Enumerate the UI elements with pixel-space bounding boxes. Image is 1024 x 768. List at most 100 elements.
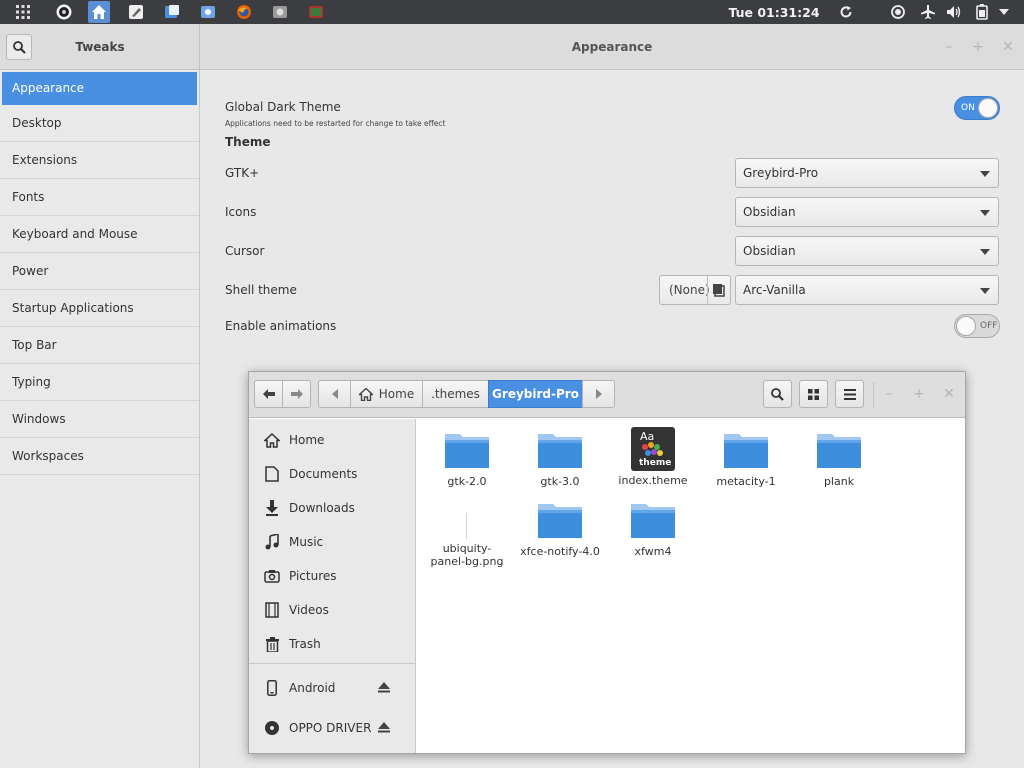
sidebar-item-workspaces[interactable]: Workspaces <box>0 438 199 475</box>
eject-icon[interactable] <box>378 682 390 696</box>
sidebar-item-fonts[interactable]: Fonts <box>0 179 199 216</box>
minimize-icon[interactable]: – <box>880 385 898 403</box>
back-button[interactable] <box>254 380 283 408</box>
places-music[interactable]: Music <box>263 532 323 552</box>
dropdown-icon[interactable] <box>996 0 1012 24</box>
document-icon <box>265 466 279 482</box>
switch-state: OFF <box>980 321 998 331</box>
record-icon[interactable] <box>888 0 908 24</box>
breadcrumb-greybird-pro[interactable]: Greybird-Pro <box>488 380 583 408</box>
animations-switch[interactable]: OFF <box>954 314 1000 338</box>
menu-button[interactable] <box>835 380 864 408</box>
battery-icon[interactable] <box>972 0 992 24</box>
sidebar-item-startup-applications[interactable]: Startup Applications <box>0 290 199 327</box>
sidebar-item-typing[interactable]: Typing <box>0 364 199 401</box>
places-videos[interactable]: Videos <box>263 600 329 620</box>
folder-icon <box>538 434 582 468</box>
file-item-metacity[interactable]: metacity-1 <box>700 431 792 489</box>
switch-state: ON <box>961 103 975 113</box>
apps-grid-icon[interactable] <box>14 0 32 24</box>
file-item-ubiquity-panel-bg[interactable]: ubiquity-panel-bg.png <box>421 501 513 568</box>
places-videos-label: Videos <box>289 603 329 617</box>
shell-theme-label: Shell theme <box>225 283 297 297</box>
shell-theme-none: (None) <box>669 283 710 297</box>
file-item-gtk-3[interactable]: gtk-3.0 <box>514 431 606 489</box>
view-grid-button[interactable] <box>799 380 828 408</box>
file-item-plank[interactable]: plank <box>793 431 885 489</box>
close-icon[interactable]: ✕ <box>940 385 958 403</box>
file-item-xfwm4[interactable]: xfwm4 <box>607 501 699 559</box>
file-grid: gtk-2.0 gtk-3.0 Aa theme index.theme met… <box>417 419 965 753</box>
shell-theme-value: Arc-Vanilla <box>743 283 806 297</box>
places-downloads[interactable]: Downloads <box>263 498 355 518</box>
theme-icon-text-bottom: theme <box>639 458 672 468</box>
clock[interactable]: Tue 01:31:24 <box>726 0 822 24</box>
clear-icon <box>713 284 725 297</box>
places-trash[interactable]: Trash <box>263 634 321 654</box>
places-pictures[interactable]: Pictures <box>263 566 337 586</box>
icons-label: Icons <box>225 205 257 219</box>
divider <box>249 663 416 664</box>
sidebar-item-desktop[interactable]: Desktop <box>0 105 199 142</box>
dark-theme-switch[interactable]: ON <box>954 96 1000 120</box>
airplane-icon[interactable] <box>918 0 938 24</box>
sidebar-item-power[interactable]: Power <box>0 253 199 290</box>
icons-theme-select[interactable]: Obsidian <box>735 197 999 227</box>
photos-icon[interactable] <box>305 1 327 23</box>
chevron-right-icon <box>595 389 602 399</box>
file-name: plank <box>823 475 855 488</box>
sidebar-item-appearance[interactable]: Appearance <box>2 72 197 105</box>
file-manager-header: Home .themes Greybird-Pro – + ✕ <box>249 372 965 418</box>
sidebar-item-keyboard-mouse[interactable]: Keyboard and Mouse <box>0 216 199 253</box>
breadcrumb-left-button[interactable] <box>318 380 351 408</box>
places-home[interactable]: Home <box>263 430 324 450</box>
search-button[interactable] <box>6 34 32 60</box>
gimp-icon[interactable] <box>125 1 147 23</box>
refresh-icon[interactable] <box>836 0 856 24</box>
home-icon <box>264 432 280 448</box>
maximize-icon[interactable]: + <box>910 385 928 403</box>
places-downloads-label: Downloads <box>289 501 355 515</box>
divider <box>873 382 874 408</box>
chevron-down-icon <box>980 249 990 255</box>
sidebar-item-top-bar[interactable]: Top Bar <box>0 327 199 364</box>
folder-icon <box>538 504 582 538</box>
eject-icon[interactable] <box>378 722 390 736</box>
breadcrumb-right-button[interactable] <box>582 380 615 408</box>
app-title: Tweaks <box>75 40 125 54</box>
animations-label: Enable animations <box>225 319 337 333</box>
volume-icon[interactable] <box>944 0 964 24</box>
dark-theme-note: Applications need to be restarted for ch… <box>225 119 446 128</box>
forward-button[interactable] <box>282 380 311 408</box>
gtk-theme-select[interactable]: Greybird-Pro <box>735 158 999 188</box>
shell-theme-file-button[interactable]: (None) <box>659 275 731 305</box>
disks-icon[interactable] <box>269 1 291 23</box>
circle-app-icon[interactable] <box>53 1 75 23</box>
cursor-theme-value: Obsidian <box>743 244 796 258</box>
file-item-gtk-2[interactable]: gtk-2.0 <box>421 431 513 489</box>
places-documents-label: Documents <box>289 467 358 481</box>
file-item-index-theme[interactable]: Aa theme index.theme <box>607 427 699 488</box>
file-item-xfce-notify[interactable]: xfce-notify-4.0 <box>514 501 606 559</box>
file-manager-icon[interactable] <box>161 1 183 23</box>
device-android-label: Android <box>289 681 336 695</box>
firefox-icon[interactable] <box>233 1 255 23</box>
gtk-label: GTK+ <box>225 166 260 180</box>
breadcrumb-themes[interactable]: .themes <box>422 380 489 408</box>
sidebar-item-windows[interactable]: Windows <box>0 401 199 438</box>
theme-heading: Theme <box>225 135 271 149</box>
phone-icon <box>267 680 277 696</box>
places-documents[interactable]: Documents <box>263 464 357 484</box>
breadcrumb-home[interactable]: Home <box>350 380 423 408</box>
arrow-left-icon <box>262 389 275 399</box>
sidebar-item-extensions[interactable]: Extensions <box>0 142 199 179</box>
close-icon[interactable]: ✕ <box>999 38 1017 56</box>
home-folder-icon[interactable] <box>88 1 110 23</box>
shell-theme-select[interactable]: Arc-Vanilla <box>735 275 999 305</box>
search-button[interactable] <box>763 380 792 408</box>
maximize-icon[interactable]: + <box>969 38 987 56</box>
search-icon <box>12 40 26 54</box>
cursor-theme-select[interactable]: Obsidian <box>735 236 999 266</box>
minimize-icon[interactable]: – <box>940 38 958 56</box>
settings-icon[interactable] <box>197 1 219 23</box>
